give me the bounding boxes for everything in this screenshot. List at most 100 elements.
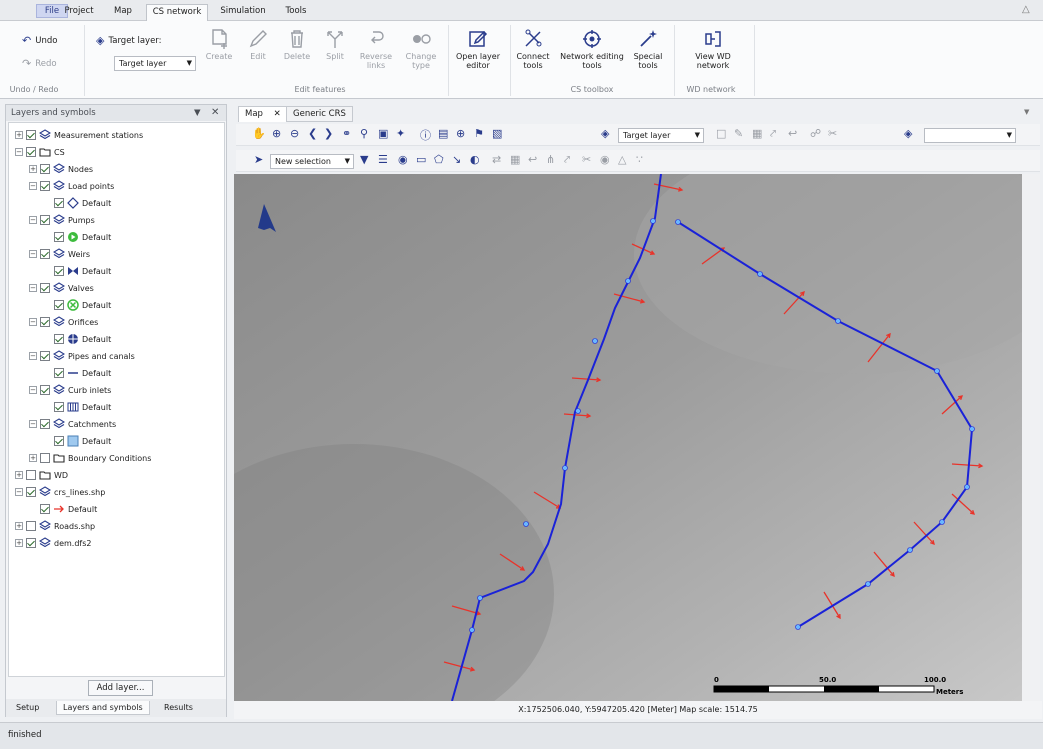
link-icon[interactable]: ☍ (810, 127, 821, 140)
nodes-icon[interactable]: △ (618, 153, 626, 166)
zoom-in-icon[interactable]: ⊕ (272, 127, 281, 140)
globe-icon[interactable]: ⚭ (342, 127, 351, 140)
map-target-layer-dropdown[interactable]: Target layer ▼ (618, 128, 704, 143)
crosshair-icon[interactable]: ⊕ (456, 127, 465, 140)
polygon-select-icon[interactable]: ⬠ (434, 153, 444, 166)
network-node[interactable] (757, 271, 763, 277)
cut-icon[interactable]: ✂ (582, 153, 591, 166)
layer-tree-item[interactable]: − Pipes and canals (29, 348, 135, 364)
tab-tools[interactable]: Tools (278, 4, 314, 21)
add-layer-button[interactable]: Add layer... (88, 680, 153, 696)
redo-button[interactable]: ↷ Redo (22, 57, 57, 70)
map-canvas[interactable]: 0 50.0 100.0 Meters (234, 174, 1022, 701)
layer-tree-item[interactable]: Default (43, 433, 111, 449)
expand-toggle-icon[interactable]: − (29, 386, 37, 394)
layer-tree-item[interactable]: Default (43, 331, 111, 347)
change-type-button[interactable]: Change type (402, 28, 440, 70)
doc-tab-generic-crs[interactable]: Generic CRS (286, 106, 353, 122)
network-node[interactable] (650, 218, 656, 224)
select-filter-icon[interactable]: ▼ (360, 153, 368, 166)
edit-feature-icon[interactable]: ✎ (734, 127, 743, 140)
layer-visibility-checkbox[interactable] (54, 232, 64, 242)
expand-toggle-icon[interactable]: + (29, 165, 37, 173)
layer-tree-item[interactable]: − crs_lines.shp (15, 484, 105, 500)
expand-toggle-icon[interactable]: − (29, 216, 37, 224)
layer-visibility-checkbox[interactable] (40, 283, 50, 293)
pin-icon[interactable]: ▼ (194, 105, 201, 121)
network-node[interactable] (939, 519, 945, 525)
forward-icon[interactable]: ❯ (324, 127, 333, 140)
tab-layers-and-symbols[interactable]: Layers and symbols (56, 701, 150, 715)
back-icon[interactable]: ❮ (308, 127, 317, 140)
reverse-links-button[interactable]: Reverse links (356, 28, 396, 70)
layer-tree-item[interactable]: − Catchments (29, 416, 116, 432)
network-node[interactable] (469, 627, 475, 633)
list-icon[interactable]: ☰ (378, 153, 388, 166)
layer-visibility-checkbox[interactable] (54, 436, 64, 446)
network-node[interactable] (964, 484, 970, 490)
layer-visibility-checkbox[interactable] (54, 266, 64, 276)
layer-tree-item[interactable]: + Measurement stations (15, 127, 143, 143)
layer-tree-item[interactable]: Default (43, 263, 111, 279)
network-node[interactable] (969, 426, 975, 432)
zoom-layer-icon[interactable]: ⚲ (360, 127, 368, 140)
layer-visibility-checkbox[interactable] (54, 198, 64, 208)
collapse-ribbon-icon[interactable]: △ (1022, 4, 1030, 15)
delete-feature-icon[interactable]: ▦ (752, 127, 762, 140)
expand-toggle-icon[interactable]: − (15, 488, 23, 496)
select-arrow-icon[interactable]: ➤ (254, 153, 263, 166)
close-icon[interactable]: ✕ (274, 109, 281, 119)
scissors-icon[interactable]: ✂ (828, 127, 837, 140)
layer-visibility-checkbox[interactable] (40, 164, 50, 174)
invert-selection-icon[interactable]: ◐ (470, 153, 480, 166)
layer-tree-item[interactable]: Default (43, 365, 111, 381)
layer-tree-item[interactable]: Default (43, 399, 111, 415)
layer-visibility-checkbox[interactable] (40, 351, 50, 361)
view-wd-network-button[interactable]: View WD network (686, 28, 740, 70)
chart-icon[interactable]: ▧ (492, 127, 502, 140)
doc-tab-map[interactable]: Map ✕ (238, 106, 288, 122)
layer-visibility-checkbox[interactable] (40, 249, 50, 259)
network-node[interactable] (675, 219, 681, 225)
toggle-icon[interactable]: ◉ (600, 153, 610, 166)
connect-tools-button[interactable]: Connect tools (512, 28, 554, 70)
layer-tree-item[interactable]: + WD (15, 467, 68, 483)
map-vertical-scrollbar[interactable] (1022, 174, 1040, 701)
expand-toggle-icon[interactable]: + (15, 471, 23, 479)
layer-tree-item[interactable]: − Curb inlets (29, 382, 111, 398)
network-node[interactable] (625, 278, 631, 284)
line-select-icon[interactable]: ↘ (452, 153, 461, 166)
expand-toggle-icon[interactable]: − (29, 352, 37, 360)
layer-visibility-checkbox[interactable] (40, 504, 50, 514)
expand-toggle-icon[interactable]: + (15, 131, 23, 139)
layer-visibility-checkbox[interactable] (26, 487, 36, 497)
network-node[interactable] (477, 595, 483, 601)
junction-icon[interactable]: ⋔ (546, 153, 555, 166)
pan-icon[interactable]: ✋ (252, 127, 266, 140)
layer-tree-item[interactable]: Default (43, 195, 111, 211)
network-node[interactable] (835, 318, 841, 324)
edit-button[interactable]: Edit (243, 28, 273, 61)
close-icon[interactable]: ✕ (211, 105, 219, 121)
expand-toggle-icon[interactable]: + (15, 539, 23, 547)
layer-visibility-checkbox[interactable] (26, 538, 36, 548)
chevron-down-icon[interactable]: ▼ (1024, 108, 1029, 116)
split-feature-icon[interactable]: ⤤ (770, 127, 776, 141)
layer-visibility-checkbox[interactable] (26, 130, 36, 140)
pointer-icon[interactable]: ◉ (398, 153, 408, 166)
layer-visibility-checkbox[interactable] (54, 300, 64, 310)
special-tools-button[interactable]: Special tools (628, 28, 668, 70)
tab-project[interactable]: Project (59, 4, 99, 21)
expand-toggle-icon[interactable]: − (29, 318, 37, 326)
tab-setup[interactable]: Setup (10, 701, 45, 714)
layer-visibility-checkbox[interactable] (54, 368, 64, 378)
layer-visibility-checkbox[interactable] (40, 453, 50, 463)
expand-toggle-icon[interactable]: − (15, 148, 23, 156)
network-node[interactable] (592, 338, 598, 344)
new-selection-dropdown[interactable]: New selection ▼ (270, 154, 354, 169)
layer-tree-item[interactable]: − CS (15, 144, 65, 160)
reverse-feature-icon[interactable]: ↩ (788, 127, 797, 140)
info-icon[interactable]: ⓘ (420, 127, 431, 143)
tab-results[interactable]: Results (158, 701, 199, 714)
create-feature-icon[interactable]: □ (716, 127, 726, 140)
